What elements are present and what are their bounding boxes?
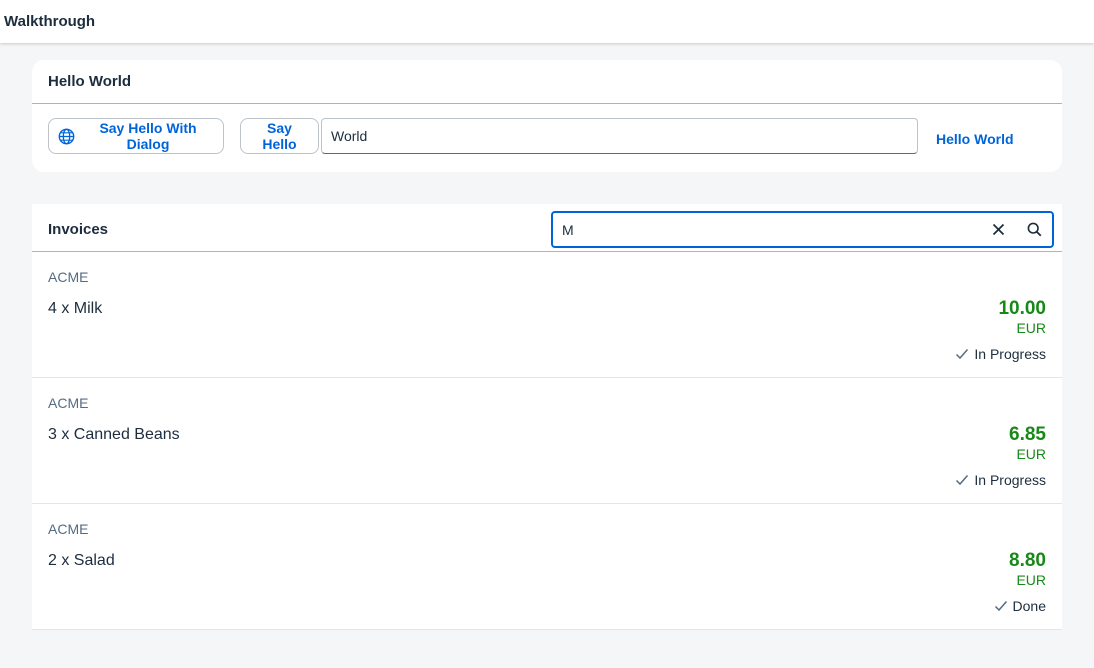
item-status: In Progress <box>955 472 1046 488</box>
checkmark-icon <box>955 347 969 361</box>
item-vendor: ACME <box>48 395 89 411</box>
globe-icon <box>58 128 75 145</box>
say-hello-button[interactable]: Say Hello <box>240 118 319 154</box>
item-currency: EUR <box>1016 572 1046 588</box>
item-amount: 8.80 <box>1009 550 1046 571</box>
panel-header: Hello World <box>32 60 1062 104</box>
item-status-text: In Progress <box>974 472 1046 488</box>
list-item[interactable]: ACME 3 x Canned Beans 6.85 EUR In Progre… <box>32 378 1062 504</box>
item-amount: 10.00 <box>998 298 1046 319</box>
list-item[interactable]: ACME 2 x Salad 8.80 EUR Done <box>32 504 1062 630</box>
item-description: 2 x Salad <box>48 552 115 569</box>
item-status: Done <box>994 598 1046 614</box>
item-amount: 6.85 <box>1009 424 1046 445</box>
item-currency: EUR <box>1016 320 1046 336</box>
item-description: 4 x Milk <box>48 300 103 317</box>
checkmark-icon <box>955 473 969 487</box>
say-hello-dialog-label: Say Hello With Dialog <box>99 120 197 152</box>
invoice-list-title: Invoices <box>48 221 109 238</box>
name-input[interactable] <box>321 118 918 154</box>
item-vendor: ACME <box>48 269 89 285</box>
list-item[interactable]: ACME 4 x Milk 10.00 EUR In Progress <box>32 252 1062 378</box>
hello-panel: Hello World Say Hello With Dialog Say He… <box>32 60 1062 172</box>
invoice-list: Invoices ACME 4 x Milk 10.00 EUR <box>32 204 1062 630</box>
panel-title: Hello World <box>48 73 132 90</box>
hello-output-text: Hello World <box>936 131 1014 147</box>
app-title: Walkthrough <box>4 13 96 30</box>
item-status-text: In Progress <box>974 346 1046 362</box>
invoice-toolbar: Invoices <box>32 204 1062 252</box>
item-vendor: ACME <box>48 521 89 537</box>
clear-icon[interactable] <box>980 213 1016 246</box>
item-description: 3 x Canned Beans <box>48 426 180 443</box>
search-input[interactable] <box>553 213 980 246</box>
say-hello-label: Say Hello <box>262 120 297 152</box>
item-currency: EUR <box>1016 446 1046 462</box>
shell-header: Walkthrough <box>0 0 1094 43</box>
search-field <box>551 211 1054 248</box>
item-status: In Progress <box>955 346 1046 362</box>
search-icon[interactable] <box>1016 213 1052 246</box>
say-hello-dialog-button[interactable]: Say Hello With Dialog <box>48 118 224 154</box>
item-status-text: Done <box>1012 598 1046 614</box>
panel-content: Say Hello With Dialog Say Hello Hello Wo… <box>32 104 1062 172</box>
checkmark-icon <box>994 599 1008 613</box>
